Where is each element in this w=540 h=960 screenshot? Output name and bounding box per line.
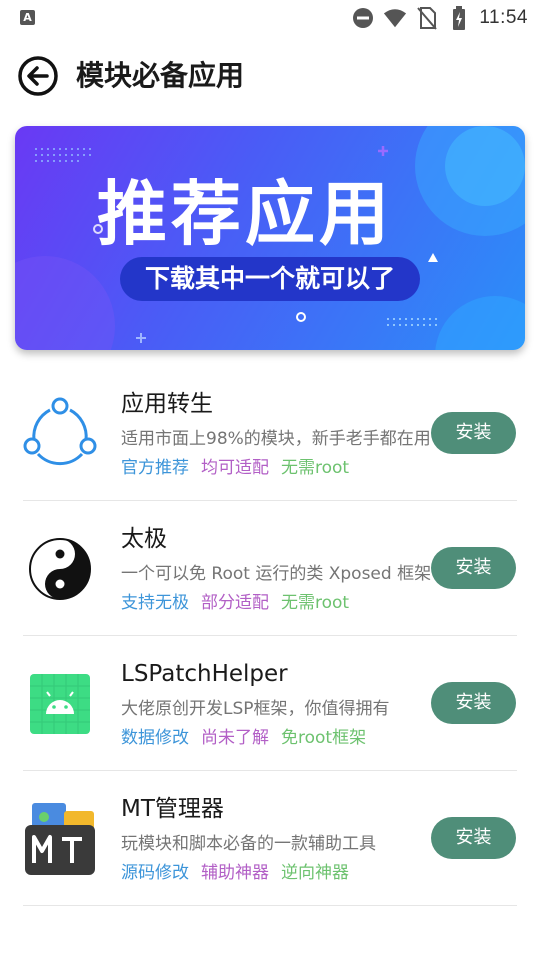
app-tags: 官方推荐 均可适配 无需root [121,455,361,481]
recommend-banner[interactable]: 推荐应用 下载其中一个就可以了 [15,126,525,350]
mt-manager-icon [22,801,98,877]
back-button[interactable] [16,54,60,98]
tag: 尚未了解 [201,728,269,748]
page-title: 模块必备应用 [76,59,245,92]
app-name: MT管理器 [121,796,224,822]
no-sim-icon [415,6,439,30]
install-button[interactable]: 安装 [431,817,516,859]
do-not-disturb-icon [351,6,375,30]
app-name: 太极 [121,526,167,552]
yin-yang-icon [22,531,98,607]
list-item[interactable]: LSPatchHelper 大佬原创开发LSP框架，你值得拥有 数据修改 尚未了解… [0,636,540,771]
tag: 无需root [281,593,350,613]
back-arrow-circle-icon [18,56,58,96]
app-tags: 数据修改 尚未了解 免root框架 [121,725,378,751]
app-description: 大佬原创开发LSP框架，你值得拥有 [121,699,390,719]
app-description: 适用市面上98%的模块，新手老手都在用 [121,429,431,449]
tag: 支持无极 [121,593,189,613]
app-description: 一个可以免 Root 运行的类 Xposed 框架 [121,564,432,584]
app-description: 玩模块和脚本必备的一款辅助工具 [121,834,376,854]
battery-charging-icon [447,6,471,30]
app-name: LSPatchHelper [121,661,288,687]
app-tags: 源码修改 辅助神器 逆向神器 [121,860,361,886]
tag: 逆向神器 [281,863,349,883]
status-bar: A 11:54 [0,0,540,36]
tag: 辅助神器 [201,863,269,883]
tag: 官方推荐 [121,458,189,478]
tag: 数据修改 [121,728,189,748]
wifi-icon [383,6,407,30]
three-dots-ring-icon [22,396,98,472]
status-icons: 11:54 [351,4,528,32]
banner-subtitle: 下载其中一个就可以了 [120,257,420,301]
top-app-bar: 模块必备应用 [0,44,540,108]
clock-time: 11:54 [479,7,528,28]
install-button[interactable]: 安装 [431,412,516,454]
banner-title: 推荐应用 [97,173,393,255]
tag: 均可适配 [201,458,269,478]
divider [23,905,517,906]
tag: 免root框架 [281,728,367,748]
tag: 源码修改 [121,863,189,883]
tag: 无需root [281,458,350,478]
app-notification-icon: A [20,10,35,25]
app-name: 应用转生 [121,391,213,417]
install-button[interactable]: 安装 [431,547,516,589]
app-tags: 支持无极 部分适配 无需root [121,590,361,616]
tag: 部分适配 [201,593,269,613]
list-item[interactable]: 应用转生 适用市面上98%的模块，新手老手都在用 官方推荐 均可适配 无需root … [0,366,540,501]
list-item[interactable]: MT管理器 玩模块和脚本必备的一款辅助工具 源码修改 辅助神器 逆向神器 安装 [0,771,540,906]
list-item[interactable]: 太极 一个可以免 Root 运行的类 Xposed 框架 支持无极 部分适配 无需r… [0,501,540,636]
install-button[interactable]: 安装 [431,682,516,724]
android-robot-icon [22,666,98,742]
